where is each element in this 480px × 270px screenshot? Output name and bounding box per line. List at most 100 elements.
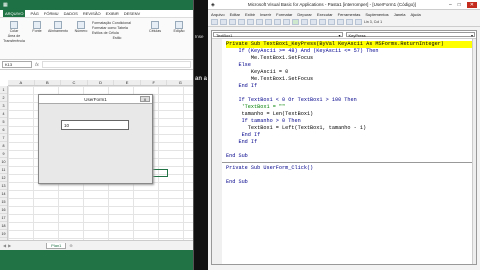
row-header[interactable]: 12 (0, 174, 7, 182)
column-header[interactable]: F (141, 80, 168, 85)
copy-icon[interactable] (247, 19, 254, 25)
code-line[interactable]: If TextBox1 < 0 Or TextBox1 > 100 Then (226, 97, 476, 104)
sheet-nav-right-icon[interactable]: ▶ (8, 243, 11, 248)
code-line[interactable]: End Sub (226, 153, 476, 160)
row-header[interactable]: 1 (0, 86, 7, 94)
code-line[interactable] (226, 90, 476, 97)
code-line[interactable] (226, 146, 476, 153)
row-header[interactable]: 10 (0, 158, 7, 166)
column-header[interactable]: C (61, 80, 88, 85)
menu-format[interactable]: Formatar (276, 12, 292, 17)
code-line[interactable]: End Sub (226, 179, 476, 186)
minimize-icon[interactable]: – (449, 2, 452, 8)
code-editor[interactable]: Private Sub TextBox1_KeyPress(ByVal KeyA… (212, 39, 476, 264)
code-line[interactable]: Me.TextBox1.SetFocus (226, 55, 476, 62)
cells-button[interactable]: Células (149, 29, 161, 33)
row-header[interactable]: 18 (0, 222, 7, 230)
code-line[interactable]: End If (226, 132, 476, 139)
menu-help[interactable]: Ajuda (410, 12, 420, 17)
break-icon[interactable] (301, 19, 308, 25)
row-header[interactable]: 17 (0, 214, 7, 222)
cells-icon[interactable] (150, 21, 159, 29)
code-line[interactable]: 'TextBox1 = "" (226, 104, 476, 111)
code-line[interactable]: Me.TextBox1.SetFocus (226, 76, 476, 83)
userform-close-button[interactable]: X (140, 96, 150, 102)
row-header[interactable]: 4 (0, 110, 7, 118)
code-line[interactable]: If (KeyAscii >= 48) And (KeyAscii <= 57)… (226, 48, 476, 55)
reset-icon[interactable] (310, 19, 317, 25)
close-icon[interactable]: ✕ (466, 1, 477, 8)
row-header[interactable]: 19 (0, 230, 7, 238)
procedure-dropdown[interactable]: KeyPress (345, 32, 475, 38)
code-line[interactable]: KeyAscii = 0 (226, 69, 476, 76)
alignment-button[interactable]: Alinhamento (48, 29, 68, 33)
tab-file[interactable]: ARQUIVO (3, 10, 26, 17)
vertical-scrollbar[interactable] (472, 39, 476, 264)
menu-edit[interactable]: Editar (230, 12, 240, 17)
insert-icon[interactable] (220, 19, 227, 25)
sheet-nav-left-icon[interactable]: ◀ (3, 243, 6, 248)
menu-run[interactable]: Executar (317, 12, 333, 17)
alignment-icon[interactable] (53, 21, 62, 29)
row-header[interactable]: 9 (0, 150, 7, 158)
row-header[interactable]: 5 (0, 118, 7, 126)
userform-textbox[interactable]: 10 (61, 120, 129, 130)
add-sheet-icon[interactable]: ⊕ (69, 243, 72, 248)
code-line[interactable]: Else (226, 62, 476, 69)
row-header[interactable]: 8 (0, 142, 7, 150)
row-header[interactable]: 6 (0, 126, 7, 134)
find-icon[interactable] (265, 19, 272, 25)
column-header[interactable]: G (167, 80, 193, 85)
project-explorer-icon[interactable] (328, 19, 335, 25)
row-header[interactable]: 15 (0, 198, 7, 206)
font-icon[interactable] (32, 21, 41, 29)
tab-review[interactable]: REVISÃO (83, 11, 101, 16)
number-button[interactable]: Número (75, 29, 88, 33)
row-header[interactable]: 16 (0, 206, 7, 214)
fx-icon[interactable]: fx (32, 62, 42, 67)
column-header[interactable]: E (114, 80, 141, 85)
code-line[interactable]: Private Sub UserForm_Click() (226, 165, 476, 172)
sheet-tab-plan1[interactable]: Plan1 (46, 242, 67, 249)
number-format-icon[interactable] (76, 21, 85, 29)
editing-icon[interactable] (174, 21, 183, 29)
tab-data[interactable]: DADOS (64, 11, 78, 16)
row-header[interactable]: 3 (0, 102, 7, 110)
code-line[interactable]: End If (226, 83, 476, 90)
code-line[interactable]: If tamanho > 0 Then (226, 118, 476, 125)
paste-icon[interactable] (9, 21, 18, 29)
code-line[interactable]: tamanho = Len(TextBox1) (226, 111, 476, 118)
menu-tools[interactable]: Ferramentas (338, 12, 361, 17)
design-mode-icon[interactable] (319, 19, 326, 25)
menu-debug[interactable]: Depurar (297, 12, 311, 17)
excel-view-icon[interactable] (211, 19, 218, 25)
code-line[interactable] (226, 172, 476, 179)
code-line[interactable]: Private Sub TextBox1_KeyPress(ByVal KeyA… (226, 41, 476, 48)
editing-button[interactable]: Edição (174, 29, 185, 33)
menu-addins[interactable]: Suplementos (365, 12, 388, 17)
menu-file[interactable]: Arquivo (211, 12, 225, 17)
undo-icon[interactable] (274, 19, 281, 25)
menu-window[interactable]: Janela (394, 12, 406, 17)
redo-icon[interactable] (283, 19, 290, 25)
column-header[interactable]: A (8, 80, 35, 85)
tab-developer[interactable]: DESENV (124, 11, 140, 16)
properties-icon[interactable] (337, 19, 344, 25)
paste-icon[interactable] (256, 19, 263, 25)
cut-icon[interactable] (238, 19, 245, 25)
code-line[interactable]: End If (226, 139, 476, 146)
menu-view[interactable]: Exibir (245, 12, 255, 17)
tab-page[interactable]: PÁG (30, 11, 38, 16)
row-header[interactable]: 14 (0, 190, 7, 198)
name-box[interactable]: K13 (2, 61, 32, 68)
column-header[interactable]: D (88, 80, 115, 85)
code-line[interactable]: TextBox1 = Left(TextBox1, tamanho - 1) (226, 125, 476, 132)
column-header[interactable]: B (35, 80, 62, 85)
toolbox-icon[interactable] (355, 19, 362, 25)
save-icon[interactable] (229, 19, 236, 25)
formula-input[interactable] (42, 61, 191, 68)
tab-view[interactable]: EXIBIR (106, 11, 119, 16)
menu-insert[interactable]: Inserir (260, 12, 271, 17)
run-icon[interactable] (292, 19, 299, 25)
row-header[interactable]: 7 (0, 134, 7, 142)
